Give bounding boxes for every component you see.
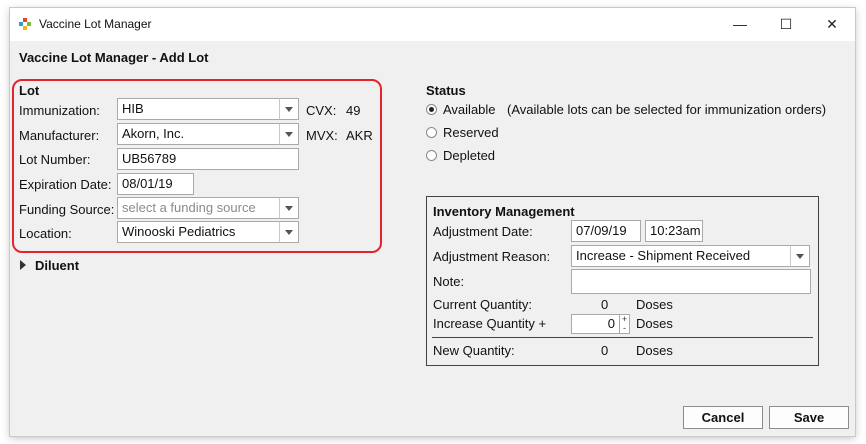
minimize-button[interactable]: — [717,8,763,41]
status-available-note: (Available lots can be selected for immu… [507,102,827,117]
status-available-radio[interactable] [426,104,437,115]
app-window: Vaccine Lot Manager — ☐ ✕ Vaccine Lot Ma… [10,8,855,436]
inventory-title: Inventory Management [433,204,575,219]
status-reserved-radio[interactable] [426,127,437,138]
increase-quantity-unit: Doses [636,316,673,331]
new-quantity-value: 0 [601,343,609,358]
page-title: Vaccine Lot Manager - Add Lot [19,50,209,65]
lot-number-label: Lot Number: [19,152,91,167]
lot-section-title: Lot [19,83,40,98]
new-quantity-label: New Quantity: [433,343,515,358]
quantity-stepper[interactable]: + - [619,314,630,334]
lot-number-input[interactable]: UB56789 [117,148,299,170]
maximize-button[interactable]: ☐ [763,8,809,41]
current-quantity-label: Current Quantity: [433,297,532,312]
current-quantity-value: 0 [601,297,609,312]
status-depleted-radio[interactable] [426,150,437,161]
expiration-date-input[interactable]: 08/01/19 [117,173,194,195]
current-quantity-unit: Doses [636,297,673,312]
funding-source-dropdown-button[interactable] [279,197,299,219]
status-depleted-label[interactable]: Depleted [443,148,495,163]
location-label: Location: [19,226,72,241]
chevron-down-icon [285,132,293,137]
save-button[interactable]: Save [769,406,849,429]
minimize-icon: — [733,16,747,32]
quantity-divider [432,337,813,338]
manufacturer-label: Manufacturer: [19,128,100,143]
adjustment-reason-select[interactable]: Increase - Shipment Received [571,245,791,267]
cvx-label: CVX: [306,103,337,118]
adjustment-reason-dropdown-button[interactable] [790,245,810,267]
status-title: Status [426,83,466,98]
adjustment-date-input[interactable]: 07/09/19 [571,220,641,242]
diluent-toggle[interactable]: Diluent [35,258,79,273]
adjustment-time-input[interactable]: 10:23am [645,220,703,242]
funding-source-select[interactable]: select a funding source [117,197,280,219]
cvx-value: 49 [346,103,361,118]
close-button[interactable]: ✕ [809,8,855,41]
status-reserved-label[interactable]: Reserved [443,125,499,140]
chevron-down-icon [285,107,293,112]
window-title: Vaccine Lot Manager [39,17,152,31]
manufacturer-dropdown-button[interactable] [279,123,299,145]
expand-caret-icon[interactable] [20,260,26,270]
immunization-select[interactable]: HIB [117,98,280,120]
chevron-down-icon [285,206,293,211]
mvx-label: MVX: [306,128,338,143]
mvx-value: AKR [346,128,373,143]
stepper-down-icon[interactable]: - [620,324,629,333]
title-bar: Vaccine Lot Manager — ☐ ✕ [10,8,855,41]
location-select[interactable]: Winooski Pediatrics [117,221,280,243]
note-input[interactable] [571,269,811,294]
increase-quantity-input[interactable]: 0 [571,314,620,334]
adjustment-reason-label: Adjustment Reason: [433,249,551,264]
chevron-down-icon [285,230,293,235]
funding-source-label: Funding Source: [19,202,115,217]
status-available-label[interactable]: Available [443,102,496,117]
app-logo-icon [19,18,31,30]
location-dropdown-button[interactable] [279,221,299,243]
manufacturer-select[interactable]: Akorn, Inc. [117,123,280,145]
maximize-icon: ☐ [779,16,793,32]
immunization-label: Immunization: [19,103,100,118]
cancel-button[interactable]: Cancel [683,406,763,429]
close-icon: ✕ [826,16,838,32]
adjustment-date-label: Adjustment Date: [433,224,533,239]
expiration-date-label: Expiration Date: [19,177,112,192]
chevron-down-icon [796,254,804,259]
increase-quantity-label: Increase Quantity + [433,316,547,331]
note-label: Note: [433,274,465,289]
new-quantity-unit: Doses [636,343,673,358]
immunization-dropdown-button[interactable] [279,98,299,120]
